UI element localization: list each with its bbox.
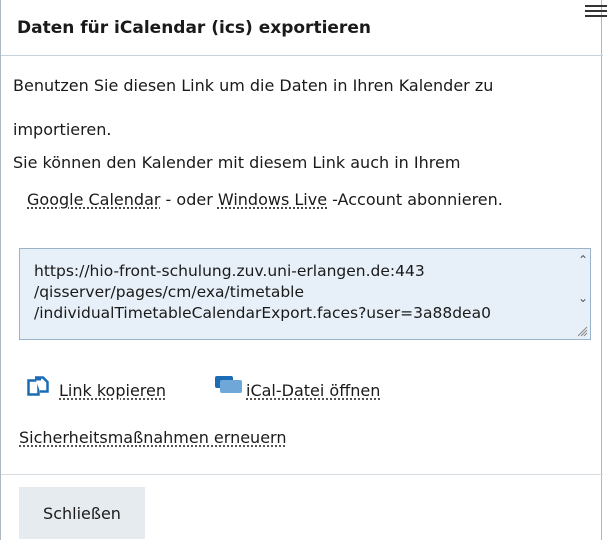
description-suffix: -Account abonnieren. [327,190,503,209]
dialog-header: Daten für iCalendar (ics) exportieren [1,0,603,56]
export-url-text[interactable]: https://hio-front-schulung.zuv.uni-erlan… [34,261,564,327]
export-url-field[interactable]: https://hio-front-schulung.zuv.uni-erlan… [19,248,591,340]
scroll-down-icon[interactable]: ⌄ [576,291,590,305]
hamburger-menu-icon[interactable] [585,2,607,22]
description-line-4: Google Calendar - oder Windows Live -Acc… [27,190,503,209]
export-url-line-3: /individualTimetableCalendarExport.faces… [34,304,491,322]
close-button[interactable]: Schließen [19,487,145,539]
description-line-2: importieren. [13,120,112,139]
export-url-line-1: https://hio-front-schulung.zuv.uni-erlan… [34,262,425,280]
dialog-title: Daten für iCalendar (ics) exportieren [17,18,371,38]
export-dialog: Daten für iCalendar (ics) exportieren Be… [0,0,607,540]
copy-icon [27,376,49,396]
description-connector: - oder [160,190,218,209]
description-line-1: Benutzen Sie diesen Link um die Daten in… [13,76,494,95]
calendar-file-icon [215,376,242,393]
description-line-3: Sie können den Kalender mit diesem Link … [13,153,461,172]
google-calendar-link[interactable]: Google Calendar [27,190,160,209]
open-ical-label: iCal-Datei öffnen [246,381,381,400]
export-url-line-2: /qisserver/pages/cm/exa/timetable [34,283,305,301]
windows-live-link[interactable]: Windows Live [218,190,327,209]
copy-link-label: Link kopieren [59,381,166,400]
renew-security-link[interactable]: Sicherheitsmaßnahmen erneuern [19,428,286,447]
resize-grip-icon[interactable] [576,325,588,337]
scroll-up-icon[interactable]: ⌃ [576,253,590,267]
footer-divider [1,474,603,475]
